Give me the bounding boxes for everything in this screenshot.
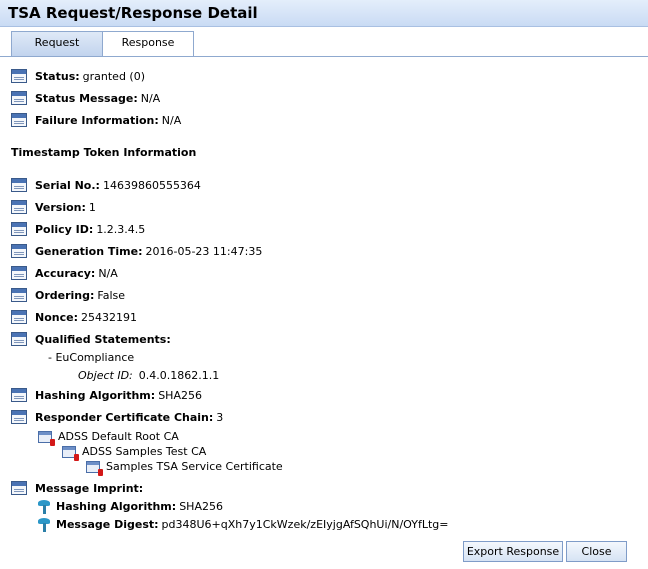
imprint-hashing-algorithm-label: Hashing Algorithm:	[56, 500, 177, 513]
version-row: Version: 1	[11, 198, 96, 216]
responder-chain-value: 3	[216, 410, 224, 424]
imprint-hashing-algorithm-value: SHA256	[179, 500, 223, 513]
qualified-statements-label: Qualified Statements:	[35, 332, 171, 346]
cert-root[interactable]: ADSS Default Root CA	[38, 430, 179, 446]
field-icon	[11, 288, 27, 302]
object-id-line: Object ID: 0.4.0.1862.1.1	[78, 369, 219, 382]
field-icon	[11, 410, 27, 424]
hashing-algorithm-label: Hashing Algorithm:	[35, 388, 156, 402]
status-message-value: N/A	[140, 91, 161, 105]
serial-no-row: Serial No.: 14639860555364	[11, 176, 201, 194]
status-row: Status: granted (0)	[11, 67, 145, 85]
generation-time-value: 2016-05-23 11:47:35	[145, 244, 263, 258]
version-label: Version:	[35, 200, 86, 214]
status-message-row: Status Message: N/A	[11, 89, 160, 107]
version-value: 1	[88, 200, 96, 214]
field-icon	[11, 178, 27, 192]
hashing-algorithm-row: Hashing Algorithm: SHA256	[11, 386, 202, 404]
responder-chain-row: Responder Certificate Chain: 3	[11, 408, 223, 426]
status-message-label: Status Message:	[35, 91, 138, 105]
failure-information-value: N/A	[161, 113, 182, 127]
accuracy-label: Accuracy:	[35, 266, 96, 280]
cert-leaf[interactable]: Samples TSA Service Certificate	[86, 460, 283, 476]
message-digest-label: Message Digest:	[56, 518, 159, 531]
tab-response[interactable]: Response	[102, 31, 194, 57]
field-icon	[11, 200, 27, 214]
field-icon	[11, 222, 27, 236]
certificate-icon	[62, 446, 79, 461]
nonce-row: Nonce: 25432191	[11, 308, 137, 326]
field-icon	[11, 388, 27, 402]
ordering-value: False	[97, 288, 126, 302]
nonce-value: 25432191	[80, 310, 137, 324]
generation-time-row: Generation Time: 2016-05-23 11:47:35	[11, 242, 262, 260]
token-section-heading: Timestamp Token Information	[11, 146, 197, 159]
hashing-algorithm-value: SHA256	[158, 388, 202, 402]
field-icon	[11, 310, 27, 324]
nonce-label: Nonce:	[35, 310, 78, 324]
field-icon	[11, 481, 27, 495]
export-response-button[interactable]: Export Response	[463, 541, 563, 562]
ordering-row: Ordering: False	[11, 286, 125, 304]
failure-information-label: Failure Information:	[35, 113, 159, 127]
field-icon	[11, 113, 27, 127]
field-icon	[11, 266, 27, 280]
funnel-icon	[38, 500, 50, 514]
certificate-icon	[86, 461, 103, 476]
failure-information-row: Failure Information: N/A	[11, 111, 181, 129]
field-icon	[11, 91, 27, 105]
certificate-icon	[38, 431, 55, 446]
object-id-label: Object ID:	[78, 369, 133, 382]
funnel-icon	[38, 518, 50, 532]
message-imprint-row: Message Imprint:	[11, 479, 146, 497]
ordering-label: Ordering:	[35, 288, 95, 302]
qualified-statement-item: - EuCompliance	[48, 351, 135, 364]
message-digest-row: Message Digest: pd348U6+qXh7y1CkWzek/zEIy…	[38, 518, 448, 532]
window-title: TSA Request/Response Detail	[8, 4, 258, 22]
policy-id-value: 1.2.3.4.5	[96, 222, 146, 236]
tab-divider	[0, 56, 648, 57]
cert-intermediate-label: ADSS Samples Test CA	[82, 445, 207, 458]
imprint-hashing-algorithm-row: Hashing Algorithm: SHA256	[38, 500, 223, 514]
policy-id-row: Policy ID: 1.2.3.4.5	[11, 220, 145, 238]
close-button[interactable]: Close	[566, 541, 627, 562]
status-label: Status:	[35, 69, 80, 83]
field-icon	[11, 244, 27, 258]
policy-id-label: Policy ID:	[35, 222, 94, 236]
window-title-bar: TSA Request/Response Detail	[0, 0, 648, 27]
cert-leaf-label: Samples TSA Service Certificate	[106, 460, 283, 473]
tab-request[interactable]: Request	[11, 31, 103, 56]
field-icon	[11, 69, 27, 83]
message-digest-value: pd348U6+qXh7y1CkWzek/zEIyjgAfSQhUi/N/OYf…	[161, 518, 449, 531]
accuracy-row: Accuracy: N/A	[11, 264, 118, 282]
cert-intermediate[interactable]: ADSS Samples Test CA	[62, 445, 207, 461]
accuracy-value: N/A	[98, 266, 118, 280]
generation-time-label: Generation Time:	[35, 244, 143, 258]
status-value: granted (0)	[82, 69, 145, 83]
cert-root-label: ADSS Default Root CA	[58, 430, 179, 443]
qualified-statements-row: Qualified Statements:	[11, 330, 174, 348]
serial-no-label: Serial No.:	[35, 178, 100, 192]
responder-chain-label: Responder Certificate Chain:	[35, 410, 214, 424]
message-imprint-label: Message Imprint:	[35, 481, 144, 495]
serial-no-value: 14639860555364	[102, 178, 201, 192]
field-icon	[11, 332, 27, 346]
object-id-value: 0.4.0.1862.1.1	[138, 369, 220, 382]
